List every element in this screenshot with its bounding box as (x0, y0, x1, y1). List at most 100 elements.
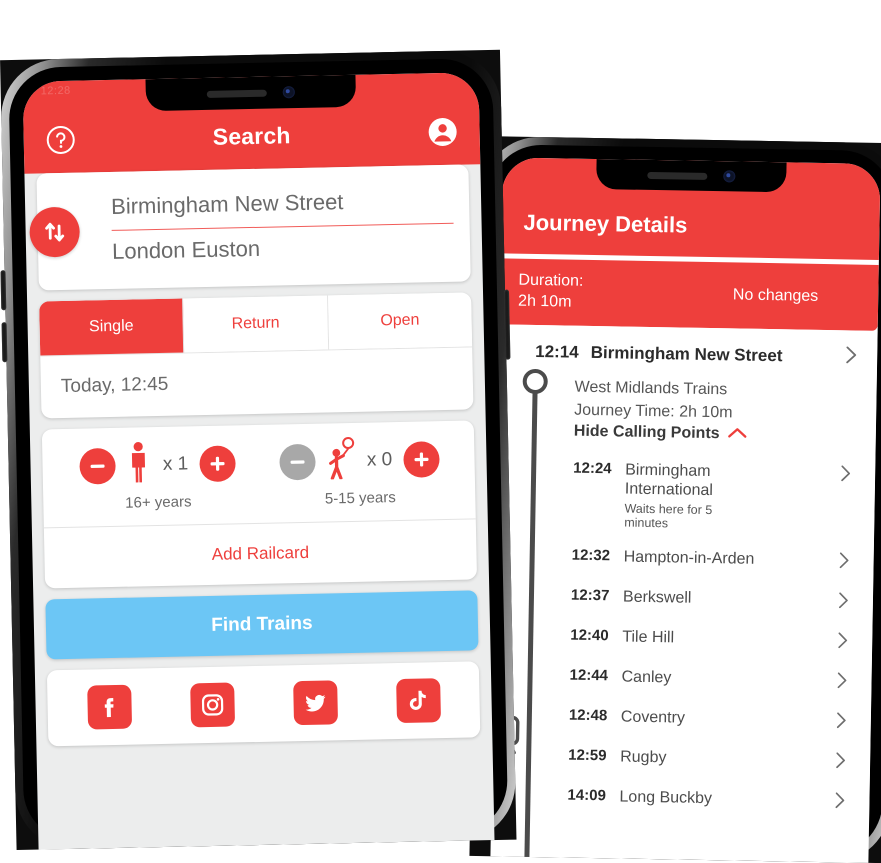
origin-station: Birmingham New Street (590, 342, 783, 365)
notch (145, 74, 357, 112)
chevron-right-icon[interactable] (837, 672, 857, 694)
calling-point-station: Berkswell (622, 588, 692, 608)
passengers-card: x 1 16+ years x 0 5-15 years Add Railcard (41, 420, 478, 589)
calling-point-time: 14:09 (567, 786, 607, 805)
ticket-type-return[interactable]: Return (183, 295, 329, 353)
calling-point-row[interactable]: 12:40 Tile Hill (570, 618, 859, 663)
screen-search: 12:28 Search Birmingham New Street Londo… (22, 72, 495, 850)
calling-point-row[interactable]: 12:59 Rugby (568, 738, 857, 783)
passenger-count: x 1 (162, 452, 189, 475)
calling-point-row[interactable]: 12:48 Coventry (569, 698, 858, 743)
journey-body: 12:14 Birmingham New Street West Midland… (491, 323, 878, 863)
ticket-type-segmented-control: Single Return Open (39, 292, 473, 357)
earpiece-speaker (647, 171, 708, 180)
minus-circle-icon[interactable] (79, 447, 116, 485)
passenger-stepper: x 1 (79, 439, 236, 489)
chevron-right-icon[interactable] (839, 552, 859, 574)
chevron-right-icon[interactable] (835, 792, 855, 814)
calling-point-time: 12:44 (569, 666, 609, 685)
question-mark-circle-icon[interactable] (45, 125, 76, 156)
passenger-stepper: x 0 (279, 435, 440, 485)
find-trains-button[interactable]: Find Trains (45, 590, 479, 660)
calling-point-row[interactable]: 12:24 Birmingham International Waits here … (572, 451, 861, 543)
calling-point-row[interactable]: 12:37 Berkswell (571, 578, 860, 623)
toggle-calling-points-label: Hide Calling Points (573, 422, 720, 443)
duration-block: Duration: 2h 10m (518, 271, 584, 314)
calling-point-detail: Coventry (621, 708, 685, 728)
chevron-right-icon[interactable] (838, 592, 859, 614)
calling-point-station: Tile Hill (622, 628, 675, 647)
calling-point-detail: Rugby (620, 748, 667, 768)
calling-point-station: Canley (621, 668, 672, 687)
account-circle-icon[interactable] (427, 117, 458, 148)
calling-point-detail: Tile Hill (622, 628, 674, 648)
calling-points-list: 12:24 Birmingham International Waits here … (505, 440, 862, 823)
calling-point-time: 12:48 (568, 706, 608, 725)
passenger-count: x 0 (366, 448, 393, 471)
calling-point-row[interactable]: 12:44 Canley (569, 658, 858, 703)
calling-point-station: Coventry (620, 708, 686, 727)
chevron-right-icon[interactable] (846, 346, 863, 368)
chevron-right-icon[interactable] (836, 752, 856, 774)
calling-point-row[interactable]: 12:32 Hampton-in-Arden (571, 538, 860, 583)
passenger-group-adult: x 1 16+ years (56, 439, 259, 513)
chevron-up-icon (727, 425, 747, 443)
calling-point-time: 12:32 (571, 546, 611, 565)
child-with-balloon-icon (325, 437, 356, 485)
calling-point-time: 12:59 (568, 746, 607, 765)
page-title: Journey Details (523, 209, 688, 238)
ticket-type-open[interactable]: Open (327, 292, 473, 350)
calling-point-detail: Berkswell (623, 588, 692, 608)
calling-point-detail: Long Buckby (619, 788, 712, 809)
twitter-icon[interactable] (292, 680, 338, 726)
passenger-selectors: x 1 16+ years x 0 5-15 years (42, 420, 476, 521)
screen-journey-details: Journey Details Duration: 2h 10m No chan… (490, 157, 881, 863)
plus-circle-icon[interactable] (403, 440, 440, 478)
calling-point-row[interactable]: 14:09 Long Buckby (567, 778, 856, 823)
chevron-right-icon[interactable] (841, 464, 861, 486)
notch (596, 159, 787, 193)
facebook-icon[interactable] (86, 684, 132, 730)
add-railcard-button[interactable]: Add Railcard (44, 519, 477, 588)
service-info: West Midlands Trains Journey Time: 2h 10… (512, 362, 863, 445)
calling-point-station: Hampton-in-Arden (623, 548, 755, 569)
journey-summary-bar: Duration: 2h 10m No changes (499, 258, 879, 331)
phone-search: 12:28 Search Birmingham New Street Londo… (0, 49, 517, 851)
social-links-card (46, 661, 481, 747)
origin-time: 12:14 (535, 341, 579, 362)
adult-person-icon (125, 441, 152, 489)
volume-up-button[interactable] (0, 270, 7, 311)
duration-label: Duration: (518, 271, 584, 290)
destination-input[interactable]: London Euston (54, 224, 455, 276)
duration-value: 2h 10m (517, 292, 572, 311)
chevron-right-icon[interactable] (838, 632, 858, 654)
tiktok-icon[interactable] (395, 678, 441, 724)
volume-down-button[interactable] (1, 322, 8, 363)
passenger-group-child: x 0 5-15 years (258, 435, 461, 509)
ticket-type-single[interactable]: Single (39, 298, 185, 356)
calling-point-note: Waits here for 5 minutes (624, 501, 713, 531)
calling-point-detail: Birmingham International Waits here for 5… (624, 461, 755, 533)
calling-point-station: Long Buckby (619, 788, 713, 808)
chevron-right-icon[interactable] (836, 712, 857, 734)
plus-circle-icon[interactable] (199, 444, 236, 482)
calling-point-time: 12:24 (573, 459, 612, 478)
search-form-body: Birmingham New Street London Euston Sing… (24, 164, 492, 747)
calling-point-station: Rugby (620, 748, 667, 767)
timeline-origin-dot (522, 368, 548, 394)
station-card: Birmingham New Street London Euston (29, 164, 471, 291)
calling-point-detail: Canley (621, 668, 671, 688)
calling-point-time: 12:40 (570, 626, 609, 645)
page-title: Search (212, 121, 291, 150)
earpiece-speaker (206, 89, 267, 98)
calling-point-time: 12:37 (570, 586, 610, 605)
minus-circle-icon[interactable] (279, 443, 316, 480)
status-bar-time: 12:28 (40, 84, 71, 98)
instagram-icon[interactable] (189, 682, 235, 728)
front-camera (723, 170, 736, 183)
passenger-age-label: 16+ years (125, 493, 192, 512)
date-time-picker[interactable]: Today, 12:45 (40, 347, 473, 418)
front-camera (282, 86, 295, 99)
phone-journey-details: Journey Details Duration: 2h 10m No chan… (469, 136, 881, 863)
calling-point-detail: Hampton-in-Arden (623, 548, 755, 569)
